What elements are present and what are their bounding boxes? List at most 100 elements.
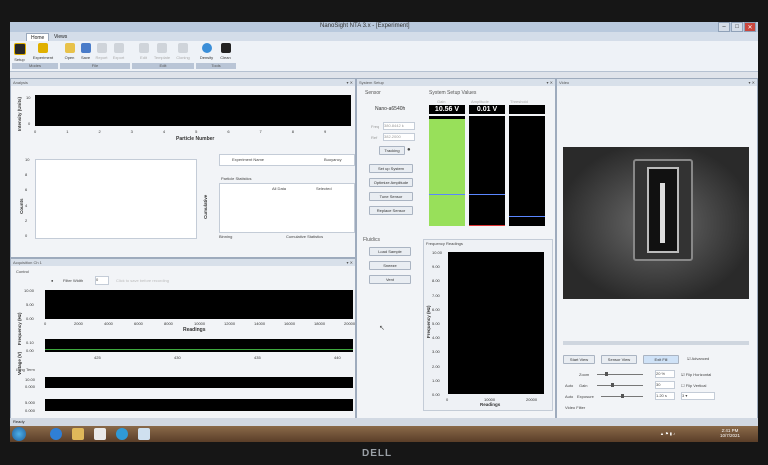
export-icon — [113, 43, 124, 53]
tune-sensor-button[interactable]: Tune Sensor — [369, 192, 413, 201]
window-controls: – □ ✕ — [718, 22, 756, 32]
system-setup-panel: System Setup ▾ ✕ Sensor Nano-a6540h Freq … — [356, 78, 556, 420]
sensor-title: Sensor — [365, 90, 381, 96]
freq-field[interactable]: 380.8442 k — [383, 122, 415, 130]
ref-field[interactable]: 382.2000 — [383, 133, 415, 141]
density-button[interactable]: Density — [199, 43, 214, 60]
fr-xtick: 20000 — [526, 397, 538, 402]
exposure-label: Exposure — [577, 394, 594, 399]
close-button[interactable]: ✕ — [744, 22, 756, 32]
setup-button[interactable]: Setup — [12, 43, 27, 62]
freq-xtick: 6000 — [134, 321, 143, 326]
maximize-button[interactable]: □ — [731, 22, 743, 32]
cloning-label: Cloning — [176, 55, 190, 60]
report-label: Report — [95, 55, 108, 60]
cloning-button[interactable]: Cloning — [173, 43, 193, 60]
browser-icon[interactable] — [50, 428, 62, 440]
optimize-amplitude-button[interactable]: Optimize Amplitude — [369, 178, 413, 187]
frequency-readings-box: Frequency Readings Frequency (Hz) 10.00 9… — [423, 239, 553, 411]
particle-xtick: 8 — [291, 129, 294, 134]
export-button[interactable]: Export — [111, 43, 126, 60]
fr-ytick: 9.00 — [432, 264, 440, 270]
gain-col-header: Gain — [437, 99, 446, 104]
exit-fill-button[interactable]: Exit Fill — [643, 355, 679, 364]
exposure-slider-thumb[interactable] — [621, 394, 624, 398]
freq-xtick: 20000 — [344, 321, 356, 326]
voltage-plot — [45, 339, 353, 352]
gain-marker — [429, 194, 465, 195]
acquisition-header: Acquisition Ch 1 ▾ ✕ — [11, 259, 355, 266]
tracking-button[interactable]: Tracking — [379, 146, 405, 155]
particle-xtick: 1 — [66, 129, 69, 134]
video-scrollbar[interactable] — [563, 341, 749, 345]
panel-controls-icon[interactable]: ▾ ✕ — [347, 79, 353, 86]
flip-vertical-checkbox[interactable]: ☐ Flip Vertical — [681, 383, 706, 388]
voltage-trace — [45, 349, 353, 350]
panel-controls-icon[interactable]: ▾ ✕ — [547, 79, 553, 86]
fr-ylabel: Frequency (Hz) — [426, 305, 431, 338]
exposure-field[interactable]: 1.20 s — [655, 392, 675, 400]
template-button[interactable]: Template — [152, 43, 172, 60]
system-tray-icons[interactable]: ▲ ⚑ ▮ ♪ — [660, 431, 675, 436]
minimize-button[interactable]: – — [718, 22, 730, 32]
amplitude-col-header: Amplitude — [471, 99, 489, 104]
setup-system-button[interactable]: Set up System — [369, 164, 413, 173]
values-title: System Setup Values — [429, 90, 477, 96]
radio-icon[interactable]: ● — [51, 278, 53, 283]
save-button[interactable]: Save — [78, 43, 93, 60]
particle-xtick: 6 — [227, 129, 230, 134]
edit-button[interactable]: Edit — [136, 43, 151, 60]
counts-ytick: 10 — [25, 157, 30, 162]
filter-width-input[interactable]: 0 — [95, 276, 109, 285]
video-filter-select[interactable]: 3 ▾ — [681, 392, 715, 400]
folder-icon — [64, 43, 75, 53]
gain-slider-thumb[interactable] — [611, 383, 614, 387]
volt-xtick: 425 — [94, 355, 101, 360]
network-icon[interactable] — [116, 428, 128, 440]
gain-field[interactable]: 30 — [655, 381, 675, 389]
video-header: Video ▾ ✕ — [557, 79, 757, 86]
ref-label: Ref — [371, 135, 378, 140]
binning-label: Binning — [219, 234, 233, 239]
app-taskbar-icon[interactable] — [138, 428, 150, 440]
video-feed — [563, 147, 749, 299]
gain-gauge — [429, 116, 465, 226]
fr-xlabel: Readings — [480, 402, 501, 407]
sneeze-button[interactable]: Sneeze — [369, 261, 411, 270]
clock[interactable]: 2:41 PM 10/7/2021 — [720, 428, 740, 438]
vent-button[interactable]: Vent — [369, 275, 411, 284]
gain-slider[interactable] — [597, 383, 643, 387]
counts-ytick: 0 — [25, 233, 28, 238]
open-button[interactable]: Open — [62, 43, 77, 60]
load-sample-button[interactable]: Load Sample — [369, 247, 411, 256]
stats-table[interactable]: All Data Selected — [219, 183, 355, 233]
experiment-table[interactable]: Experiment Name Buoyancy — [219, 154, 355, 166]
particle-plot — [35, 95, 351, 126]
clean-button[interactable]: Clean — [218, 43, 233, 60]
volt-ytick: 0.10 — [26, 340, 34, 345]
start-view-button[interactable]: Start View — [563, 355, 595, 364]
fr-ytick: 8.00 — [432, 278, 440, 284]
volt-ytick: 0.00 — [26, 348, 34, 353]
tab-views[interactable]: Views — [50, 33, 71, 41]
replace-sensor-button[interactable]: Replace Sensor — [369, 206, 413, 215]
droplet-icon — [201, 43, 212, 53]
flip-horizontal-checkbox[interactable]: ☑ Flip Horizontal — [681, 372, 711, 377]
analysis-ytick: 10 — [26, 95, 31, 100]
experiment-button[interactable]: Experiment — [32, 43, 54, 60]
particle-xtick: 4 — [162, 129, 166, 134]
report-button[interactable]: Report — [94, 43, 109, 60]
media-player-icon[interactable] — [94, 428, 106, 440]
file-explorer-icon[interactable] — [72, 428, 84, 440]
sensor-view-button[interactable]: Sensor View — [601, 355, 637, 364]
lt-ytick: 0.000 — [25, 408, 36, 413]
panel-controls-icon[interactable]: ▾ ✕ — [749, 79, 755, 86]
zoom-field[interactable]: 20 % — [655, 370, 675, 378]
exposure-slider[interactable] — [601, 394, 643, 398]
threshold-gauge — [509, 116, 545, 226]
zoom-slider-thumb[interactable] — [605, 372, 608, 376]
zoom-slider[interactable] — [597, 372, 643, 376]
start-button-icon[interactable] — [12, 427, 26, 441]
panel-controls-icon[interactable]: ▾ ✕ — [347, 259, 353, 266]
advanced-checkbox[interactable]: ☑ Advanced — [687, 356, 709, 361]
